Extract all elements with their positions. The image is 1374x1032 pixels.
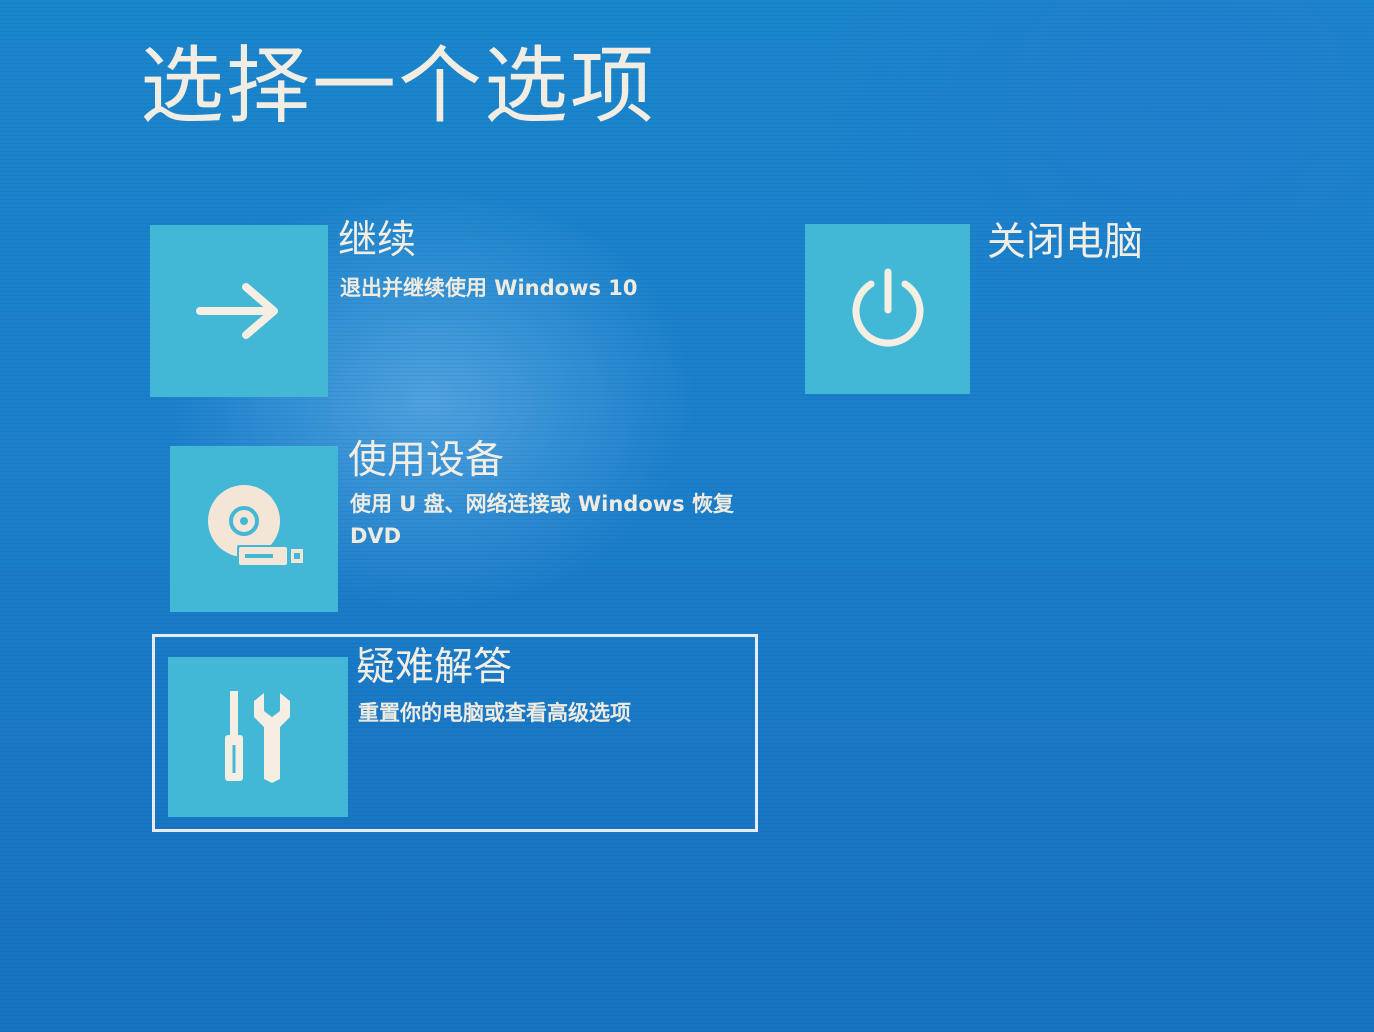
troubleshoot-tile[interactable] — [168, 657, 348, 817]
use-device-description-line2: DVD — [350, 524, 402, 548]
power-icon — [852, 268, 923, 347]
continue-title: 继续 — [338, 218, 417, 263]
tools-icon — [225, 691, 290, 783]
use-device-tile[interactable] — [170, 446, 338, 612]
continue-description: 退出并继续使用 Windows 10 — [340, 276, 638, 300]
shutdown-title: 关闭电脑 — [987, 220, 1144, 265]
use-device-description-line1: 使用 U 盘、网络连接或 Windows 恢复 — [350, 492, 734, 516]
troubleshoot-title: 疑难解答 — [356, 645, 513, 690]
shutdown-option[interactable]: 关闭电脑 — [805, 220, 1185, 395]
continue-tile[interactable] — [150, 225, 328, 397]
page-title: 选择一个选项 — [140, 37, 657, 135]
continue-option[interactable]: 继续 退出并继续使用 Windows 10 — [150, 218, 710, 400]
use-device-description: 使用 U 盘、网络连接或 Windows 恢复 DVD — [350, 488, 750, 552]
troubleshoot-description: 重置你的电脑或查看高级选项 — [358, 701, 631, 725]
arrow-right-icon — [196, 283, 278, 339]
use-device-title: 使用设备 — [348, 438, 505, 483]
troubleshoot-option[interactable]: 疑难解答 重置你的电脑或查看高级选项 — [160, 645, 750, 825]
disc-drive-icon — [208, 485, 303, 567]
use-device-option[interactable]: 使用设备 使用 U 盘、网络连接或 Windows 恢复 DVD — [160, 438, 760, 615]
shutdown-tile[interactable] — [805, 224, 970, 394]
